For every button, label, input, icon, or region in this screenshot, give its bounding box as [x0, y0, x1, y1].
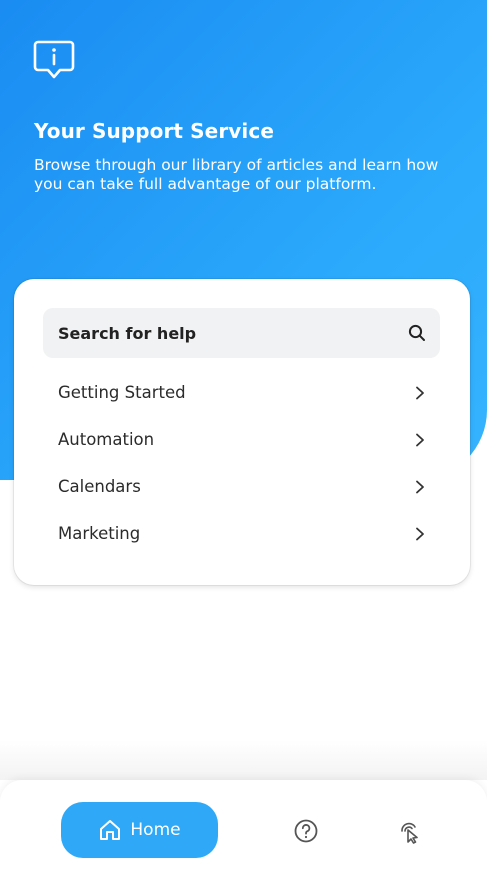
chevron-right-icon	[416, 480, 424, 493]
search-label: Search for help	[58, 323, 197, 343]
chevron-right-icon	[416, 433, 424, 446]
help-menu: Getting Started Automation Calendars Mar…	[43, 369, 440, 557]
menu-item-label: Calendars	[58, 477, 141, 496]
menu-item-label: Automation	[58, 430, 155, 449]
page-subtitle: Browse through our library of articles a…	[34, 156, 439, 193]
bottom-fade	[0, 740, 487, 780]
menu-item-label: Marketing	[58, 524, 141, 543]
menu-item-marketing[interactable]: Marketing	[43, 510, 440, 557]
help-card: Search for help Getting Started Automati…	[14, 279, 470, 585]
bottom-tab-bar: Home	[0, 780, 487, 878]
info-chat-icon	[33, 40, 75, 79]
home-icon	[100, 820, 121, 840]
help-circle-icon[interactable]	[293, 818, 319, 844]
tab-home[interactable]: Home	[61, 802, 218, 858]
tab-home-label: Home	[130, 820, 181, 840]
pointer-click-icon[interactable]	[396, 818, 422, 844]
page-title: Your Support Service	[34, 119, 274, 143]
search-icon	[408, 324, 425, 341]
menu-item-calendars[interactable]: Calendars	[43, 463, 440, 510]
menu-item-getting-started[interactable]: Getting Started	[43, 369, 440, 416]
chevron-right-icon	[416, 386, 424, 399]
menu-item-automation[interactable]: Automation	[43, 416, 440, 463]
menu-item-label: Getting Started	[58, 383, 186, 402]
chevron-right-icon	[416, 527, 424, 540]
search-input[interactable]: Search for help	[43, 308, 440, 358]
